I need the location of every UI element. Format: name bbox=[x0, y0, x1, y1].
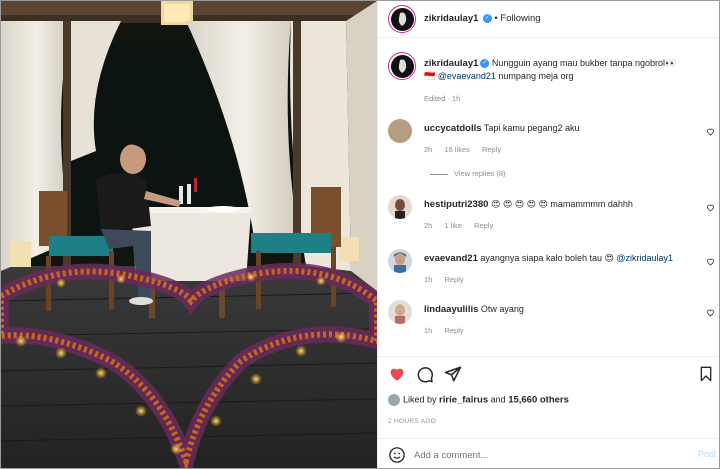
verified-badge-icon: ✓ bbox=[480, 59, 490, 69]
view-replies-label: View replies (8) bbox=[454, 169, 506, 178]
post-detail-panel: zikridaulay1 ✓ • Following zikridaulay1 ✓… bbox=[377, 1, 719, 468]
bookmark-icon[interactable] bbox=[698, 365, 714, 383]
reply-button[interactable]: Reply bbox=[444, 275, 463, 284]
comment-time: 2h bbox=[424, 221, 433, 230]
following-button[interactable]: Following bbox=[500, 13, 540, 24]
comment-meta: 1h Reply bbox=[424, 275, 474, 284]
view-replies-line bbox=[430, 173, 448, 175]
commenter-username[interactable]: hestiputri2380 bbox=[424, 199, 488, 210]
instagram-post-window: zikridaulay1 ✓ • Following zikridaulay1 ✓… bbox=[0, 0, 720, 469]
post-photo-image bbox=[1, 1, 377, 468]
comment-time: 1h bbox=[424, 326, 433, 335]
caption-text: Nungguin ayang mau bukber tanpa ngobrol👀 bbox=[491, 58, 677, 68]
caption-mention[interactable]: @evaevand21 bbox=[438, 71, 496, 81]
flag-emoji: 🇮🇩 bbox=[424, 71, 436, 81]
comment-meta: 1h Reply bbox=[424, 326, 474, 335]
comment-likes[interactable]: 1 like bbox=[444, 221, 462, 230]
author-avatar[interactable] bbox=[388, 5, 416, 33]
caption-text-block: zikridaulay1 ✓ Nungguin ayang mau bukber … bbox=[424, 57, 714, 83]
comment-time: 1h bbox=[424, 275, 433, 284]
comment-body: lindaayulilis Otw ayang bbox=[424, 303, 709, 316]
comment-meta: 2h 16 likes Reply bbox=[424, 145, 511, 154]
author-username[interactable]: zikridaulay1 bbox=[424, 13, 478, 24]
comment-text: Otw ayang bbox=[480, 304, 524, 314]
header-user-line: zikridaulay1 ✓ • Following bbox=[424, 13, 541, 24]
comment-like-heart-icon[interactable] bbox=[706, 257, 715, 266]
comment-body: evaevand21 ayangnya siapa kalo boleh tau… bbox=[424, 252, 709, 265]
heart-icon-filled[interactable] bbox=[388, 365, 406, 383]
comment-item: lindaayulilis Otw ayang 1h Reply bbox=[388, 300, 718, 344]
comment-like-heart-icon[interactable] bbox=[706, 308, 715, 317]
comment-text: 😍 😍 😍 😍 😍 mamammmm dahhh bbox=[490, 199, 633, 209]
comment-item: hestiputri2380 😍 😍 😍 😍 😍 mamammmm dahhh … bbox=[388, 195, 718, 239]
comment-meta: 2h 1 like Reply bbox=[424, 221, 503, 230]
caption-meta: Edited · 1h bbox=[424, 94, 461, 103]
caption-line2-rest: numpang meja org bbox=[495, 71, 574, 81]
post-timestamp[interactable]: 2 HOURS AGO bbox=[388, 418, 436, 425]
liked-by-prefix: Liked by bbox=[403, 394, 440, 405]
liked-by-middle: and bbox=[488, 394, 509, 405]
liked-by-line: Liked by ririe_fairus and 15,660 others bbox=[388, 394, 569, 406]
commenter-username[interactable]: evaevand21 bbox=[424, 253, 478, 264]
comment-time: 2h bbox=[424, 145, 433, 154]
view-replies-button[interactable]: View replies (8) bbox=[430, 169, 506, 178]
likes-count-button[interactable]: 15,660 others bbox=[508, 394, 569, 405]
comment-item: evaevand21 ayangnya siapa kalo boleh tau… bbox=[388, 249, 718, 293]
post-header: zikridaulay1 ✓ • Following bbox=[378, 1, 719, 38]
comment-text: ayangnya siapa kalo boleh tau 😍 bbox=[480, 253, 614, 263]
post-comment-button[interactable]: Post bbox=[698, 449, 716, 459]
commenter-username[interactable]: lindaayulilis bbox=[424, 304, 478, 315]
liked-by-user[interactable]: ririe_fairus bbox=[439, 394, 488, 405]
commenter-username[interactable]: uccycatdolls bbox=[424, 123, 482, 134]
comment-like-heart-icon[interactable] bbox=[706, 203, 715, 212]
add-comment-bar: Post bbox=[378, 438, 719, 468]
comment-input[interactable] bbox=[414, 447, 674, 463]
comment-like-heart-icon[interactable] bbox=[706, 127, 715, 136]
comment-mention[interactable]: @zikridaulay1 bbox=[616, 253, 673, 263]
commenter-avatar[interactable] bbox=[388, 195, 412, 219]
commenter-avatar[interactable] bbox=[388, 249, 412, 273]
commenter-avatar[interactable] bbox=[388, 300, 412, 324]
share-icon[interactable] bbox=[444, 365, 462, 383]
smiley-icon[interactable] bbox=[388, 446, 406, 464]
post-caption: zikridaulay1 ✓ Nungguin ayang mau bukber … bbox=[378, 49, 719, 109]
reply-button[interactable]: Reply bbox=[444, 326, 463, 335]
post-photo[interactable] bbox=[1, 1, 377, 468]
caption-author-avatar[interactable] bbox=[388, 52, 416, 80]
commenter-avatar[interactable] bbox=[388, 119, 412, 143]
liker-avatar[interactable] bbox=[388, 394, 400, 406]
comment-body: uccycatdolls Tapi kamu pegang2 aku bbox=[424, 122, 709, 135]
reply-button[interactable]: Reply bbox=[482, 145, 501, 154]
comment-text: Tapi kamu pegang2 aku bbox=[483, 123, 580, 133]
comment-icon[interactable] bbox=[416, 365, 434, 383]
reply-button[interactable]: Reply bbox=[474, 221, 493, 230]
comment-item: uccycatdolls Tapi kamu pegang2 aku 2h 16… bbox=[388, 119, 718, 184]
caption-username[interactable]: zikridaulay1 bbox=[424, 58, 478, 69]
comment-likes[interactable]: 16 likes bbox=[444, 145, 469, 154]
verified-badge-icon: ✓ bbox=[482, 14, 492, 24]
comment-body: hestiputri2380 😍 😍 😍 😍 😍 mamammmm dahhh bbox=[424, 198, 709, 211]
